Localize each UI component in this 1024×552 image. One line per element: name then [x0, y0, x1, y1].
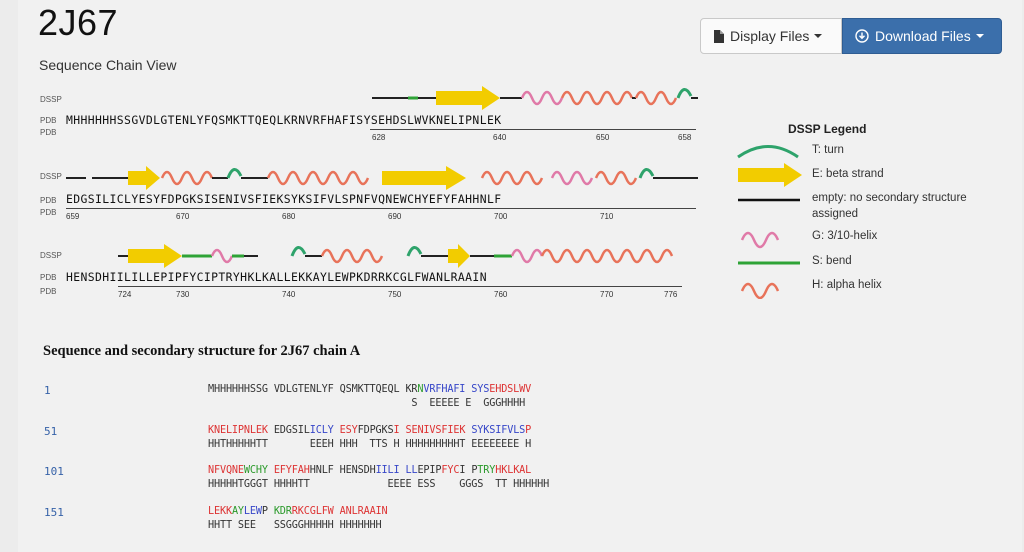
position-tick: 770	[600, 290, 614, 299]
sequence-row-1: MHHHHHHSSGVDLGTENLYFQSMKTTQEQLKRNVRFHAFI…	[66, 113, 502, 127]
sequence-row-3: HENSDHIILILLEPIPFYCIPTRYHKLKALLEKKAYLEWP…	[66, 270, 487, 284]
position-tick: 750	[388, 290, 402, 299]
position-tick: 700	[494, 212, 508, 221]
sequence-ruler	[118, 286, 682, 287]
pdb-row-label: PDB	[40, 287, 57, 296]
turn-icon	[737, 145, 799, 159]
position-tick: 776	[664, 290, 678, 299]
legend-item-turn: T: turn	[736, 142, 1006, 164]
pdb-row-label: PDB	[40, 273, 57, 282]
legend-label: T: turn	[812, 144, 844, 156]
sequence-ruler	[370, 129, 696, 130]
position-tick: 680	[282, 212, 296, 221]
legend-item-3-10-helix: G: 3/10-helix	[736, 228, 1006, 250]
dssp-track-row-3	[118, 244, 674, 268]
position-tick: 659	[66, 212, 80, 221]
beta-strand-icon	[738, 163, 802, 187]
dssp-legend: DSSP Legend T: turn E: beta strand empty…	[736, 120, 1006, 310]
residue-line: LEKKAYLEWP KDRRKCGLFW ANLRAAIN	[208, 506, 388, 517]
pdb-row-label: PDB	[40, 196, 57, 205]
pdb-row-label: PDB	[40, 128, 57, 137]
sequence-ruler	[66, 208, 696, 209]
position-tick: 658	[678, 133, 692, 142]
position-tick: 650	[596, 133, 610, 142]
legend-item-alpha-helix: H: alpha helix	[736, 277, 1006, 299]
residue-line: KNELIPNLEK EDGSILICLY ESYFDPGKSI SENIVSF…	[208, 425, 532, 436]
structure-line: HHTHHHHHTT EEEH HHH TTS H HHHHHHHHHT EEE…	[208, 439, 532, 450]
legend-item-beta-strand: E: beta strand	[736, 163, 1006, 188]
position-tick: 740	[282, 290, 296, 299]
legend-item-bend: S: bend	[736, 253, 1006, 275]
legend-label: G: 3/10-helix	[812, 230, 878, 242]
position-tick: 628	[372, 133, 386, 142]
position-tick: 690	[388, 212, 402, 221]
alpha-helix-icon	[740, 282, 780, 299]
residue-line: NFVQNEWCHY EFYFAHHNLF HENSDHIILI LLEPIPF…	[208, 465, 532, 476]
pdb-row-label: PDB	[40, 208, 57, 217]
structure-line: HHHHHTGGGT HHHHTT EEEE ESS GGGS TT HHHHH…	[208, 479, 550, 490]
dssp-track-row-1	[372, 86, 698, 110]
pdb-row-label: PDB	[40, 116, 57, 125]
position-tick: 760	[494, 290, 508, 299]
structure-line: S EEEEE E GGGHHHH	[208, 398, 526, 409]
bend-icon	[738, 261, 800, 265]
position-tick: 730	[176, 290, 190, 299]
structure-line: HHTT SEE SSGGGHHHHH HHHHHHH	[208, 520, 382, 531]
dssp-track-row-2	[66, 166, 698, 190]
legend-label: S: bend	[812, 255, 852, 267]
position-tick: 640	[493, 133, 507, 142]
coil-icon	[738, 198, 800, 202]
residue-number: 101	[44, 465, 64, 478]
residue-number: 1	[44, 384, 51, 397]
legend-title: DSSP Legend	[788, 122, 867, 136]
position-tick: 724	[118, 290, 132, 299]
position-tick: 670	[176, 212, 190, 221]
residue-number: 51	[44, 425, 58, 438]
secondary-structure-header: Sequence and secondary structure for 2J6…	[43, 343, 361, 359]
legend-item-coil: empty: no secondary structure assigned	[736, 190, 1006, 226]
sequence-row-2: EDGSILICLYESYFDPGKSISENIVSFIEKSYKSIFVLSP…	[66, 192, 502, 206]
legend-label: H: alpha helix	[812, 279, 882, 291]
residue-line: MHHHHHHSSG VDLGTENLYF QSMKTTQEQL KRNVRFH…	[208, 384, 532, 395]
residue-number: 151	[44, 506, 64, 519]
legend-label: E: beta strand	[812, 168, 884, 180]
position-tick: 710	[600, 212, 614, 221]
legend-label: empty: no secondary structure assigned	[812, 192, 967, 220]
helix-310-icon	[740, 231, 780, 249]
